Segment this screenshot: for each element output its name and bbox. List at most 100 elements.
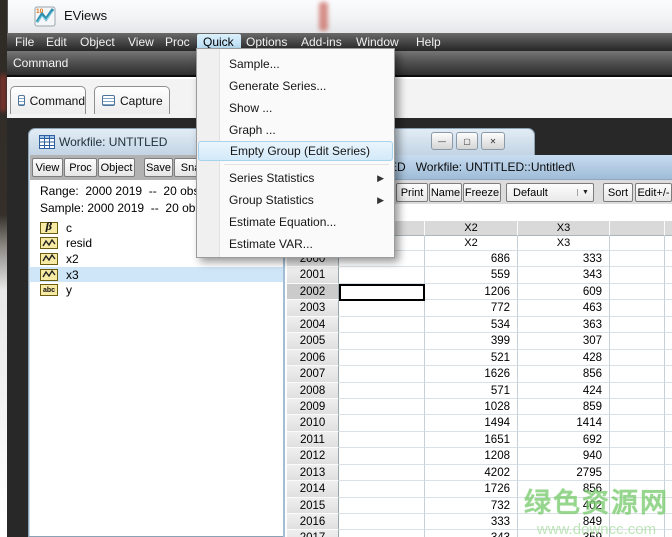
grp-name-button[interactable]: Name — [429, 183, 462, 202]
cell-empty[interactable] — [339, 333, 425, 349]
cell-x3[interactable]: 424 — [518, 383, 610, 399]
row-header-obs[interactable]: 2008 — [287, 383, 339, 399]
wf-object-button[interactable]: Object — [98, 158, 135, 177]
cell-x2[interactable]: 343 — [425, 530, 518, 537]
table-row[interactable]: 2004 534 363 — [287, 317, 672, 333]
cell-x3[interactable]: 2795 — [518, 465, 610, 481]
cell-x3[interactable]: 402 — [518, 498, 610, 514]
table-row[interactable]: 2001 559 343 — [287, 267, 672, 283]
cell-x3[interactable]: 307 — [518, 333, 610, 349]
cell-x3[interactable]: 343 — [518, 267, 610, 283]
cell-x2[interactable]: 534 — [425, 317, 518, 333]
cell-empty[interactable] — [610, 432, 665, 448]
cell-x3[interactable]: 692 — [518, 432, 610, 448]
cell-empty[interactable] — [339, 317, 425, 333]
cell-empty[interactable] — [610, 284, 665, 300]
empty-column-header[interactable] — [610, 221, 665, 236]
row-header-obs[interactable]: 2011 — [287, 432, 339, 448]
table-row[interactable]: 2010 1494 1414 — [287, 415, 672, 431]
table-row[interactable]: 2012 1208 940 — [287, 448, 672, 464]
table-row[interactable]: 2013 4202 2795 — [287, 465, 672, 481]
row-header-obs[interactable]: 2003 — [287, 300, 339, 316]
grp-edit-button[interactable]: Edit+/- — [635, 183, 672, 202]
cell-empty[interactable] — [339, 267, 425, 283]
table-row[interactable]: 2009 1028 859 — [287, 399, 672, 415]
selected-cell[interactable] — [339, 284, 425, 301]
menu-proc[interactable]: Proc — [165, 33, 190, 51]
cell-x3[interactable]: 359 — [518, 530, 610, 537]
cell-empty[interactable] — [610, 448, 665, 464]
menu-file[interactable]: File — [15, 33, 34, 51]
menu-object[interactable]: Object — [80, 33, 115, 51]
table-row[interactable]: 2014 1726 856 — [287, 481, 672, 497]
grp-print-button[interactable]: Print — [396, 183, 428, 202]
tab-command[interactable]: Command — [10, 86, 86, 114]
row-header-obs[interactable]: 2002 — [287, 284, 339, 300]
menuitem-empty-group[interactable]: Empty Group (Edit Series) — [198, 141, 393, 161]
table-row[interactable]: 2006 521 428 — [287, 350, 672, 366]
menuitem-show[interactable]: Show ... — [198, 97, 393, 119]
cell-x3[interactable]: 940 — [518, 448, 610, 464]
cell-empty[interactable] — [610, 366, 665, 382]
cell-x3[interactable]: 609 — [518, 284, 610, 300]
cell-empty[interactable] — [339, 498, 425, 514]
menuitem-estimate-var[interactable]: Estimate VAR... — [198, 233, 393, 255]
row-header-obs[interactable]: 2007 — [287, 366, 339, 382]
cell-x3[interactable]: 363 — [518, 317, 610, 333]
wf-save-button[interactable]: Save — [144, 158, 173, 177]
cell-empty[interactable] — [339, 300, 425, 316]
row-header-obs[interactable]: 2014 — [287, 481, 339, 497]
cell-x2[interactable]: 1726 — [425, 481, 518, 497]
cell-empty[interactable] — [610, 317, 665, 333]
cell-empty[interactable] — [610, 530, 665, 537]
table-row[interactable]: 2015 732 402 — [287, 498, 672, 514]
table-row[interactable]: 2011 1651 692 — [287, 432, 672, 448]
row-header-obs[interactable]: 2009 — [287, 399, 339, 415]
table-row[interactable]: 2016 333 849 — [287, 514, 672, 530]
menuitem-estimate-equation[interactable]: Estimate Equation... — [198, 211, 393, 233]
cell-x3[interactable]: 849 — [518, 514, 610, 530]
cell-empty[interactable] — [610, 350, 665, 366]
menuitem-group-statistics[interactable]: Group Statistics ▶ — [198, 189, 393, 211]
cell-x2[interactable]: 571 — [425, 383, 518, 399]
cell-x2[interactable]: 1206 — [425, 284, 518, 300]
cell-empty[interactable] — [610, 415, 665, 431]
menu-help[interactable]: Help — [416, 33, 441, 51]
cell-empty[interactable] — [339, 530, 425, 537]
cell-empty[interactable] — [339, 415, 425, 431]
minimize-button[interactable]: — — [431, 132, 453, 150]
row-header-obs[interactable]: 2012 — [287, 448, 339, 464]
cell-empty[interactable] — [610, 383, 665, 399]
cell-x3[interactable]: 333 — [518, 251, 610, 267]
cell-x2[interactable]: 4202 — [425, 465, 518, 481]
menu-view[interactable]: View — [128, 33, 154, 51]
view-mode-dropdown[interactable]: Default ▼ — [506, 183, 594, 202]
grp-freeze-button[interactable]: Freeze — [463, 183, 501, 202]
row-header-obs[interactable]: 2016 — [287, 514, 339, 530]
cell-x3[interactable]: 1414 — [518, 415, 610, 431]
cell-x3[interactable]: 856 — [518, 366, 610, 382]
cell-empty[interactable] — [339, 465, 425, 481]
row-header-obs[interactable]: 2005 — [287, 333, 339, 349]
cell-x3[interactable]: 463 — [518, 300, 610, 316]
cell-x2[interactable]: 1494 — [425, 415, 518, 431]
row-header-obs[interactable]: 2006 — [287, 350, 339, 366]
maximize-button[interactable]: ▢ — [456, 132, 478, 150]
cell-x2[interactable]: 686 — [425, 251, 518, 267]
cell-empty[interactable] — [610, 399, 665, 415]
cell-x3[interactable]: 859 — [518, 399, 610, 415]
close-button[interactable]: ✕ — [481, 132, 505, 150]
cell-empty[interactable] — [610, 267, 665, 283]
cell-x2[interactable]: 399 — [425, 333, 518, 349]
x3-column-header[interactable]: X3 — [518, 221, 610, 236]
cell-x2[interactable]: 732 — [425, 498, 518, 514]
table-row[interactable]: 2017 343 359 — [287, 530, 672, 537]
wf-view-button[interactable]: View — [32, 158, 63, 177]
cell-x2[interactable]: 521 — [425, 350, 518, 366]
cell-empty[interactable] — [339, 514, 425, 530]
cell-empty[interactable] — [610, 498, 665, 514]
cell-empty[interactable] — [339, 448, 425, 464]
cell-x2[interactable]: 1651 — [425, 432, 518, 448]
cell-empty[interactable] — [610, 251, 665, 267]
table-row[interactable]: 2005 399 307 — [287, 333, 672, 349]
